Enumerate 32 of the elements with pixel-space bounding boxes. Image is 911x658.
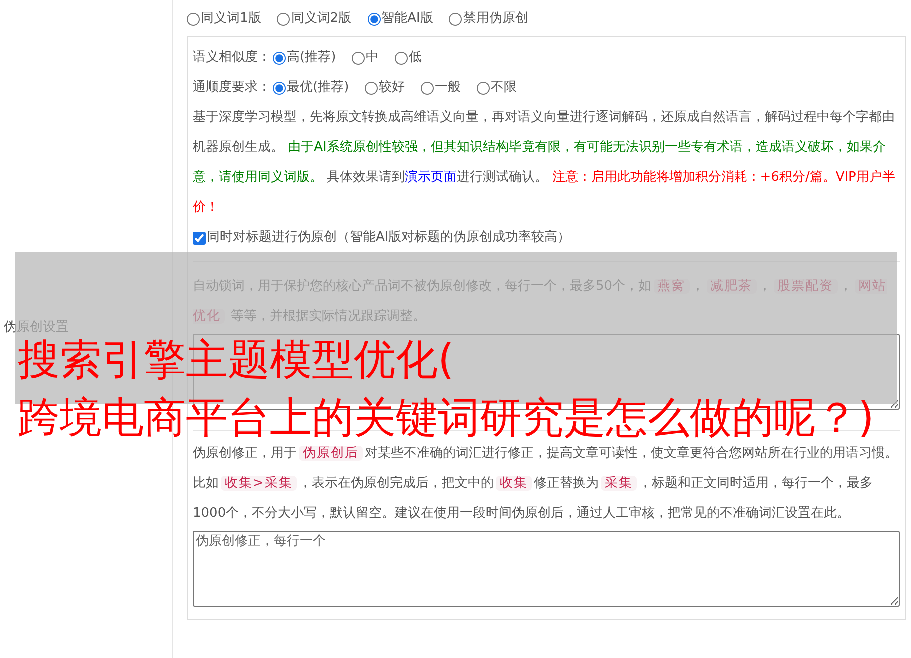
radio-label: 同义词1版	[201, 10, 262, 28]
radio-label: 高(推荐)	[287, 49, 336, 68]
overlay-title: 跨境电商平台上的关键词研究是怎么做的呢？)	[18, 395, 874, 441]
radio-button[interactable]	[273, 52, 286, 64]
radio-button[interactable]	[365, 82, 378, 94]
radio-label: 智能AI版	[382, 10, 434, 28]
overlay-title: 搜索引擎主题模型优化(	[18, 337, 454, 383]
ai-description: 基于深度学习模型，先将原文转换成高维语义向量，再对语义向量进行逐词解码，还原成自然语言，解码过程中每个字都由机器原创生成。 由于AI系统原创性较强，但其知识结构毕竟有限，有可能无法识别一些专有术语，造成语义破坏，如果介意，请使用同义词版。 具体效果请到演示页面进行测试确认。 注意：启用此功能将增加积分消耗：+6积分/篇。VIP用户半价！	[193, 109, 896, 217]
radio-button[interactable]	[352, 52, 366, 64]
option-label: 通顺度要求：	[193, 79, 271, 98]
radio-label: 禁用伪原创	[463, 10, 528, 28]
option-label: 语义相似度：	[193, 49, 271, 68]
radio-button[interactable]	[449, 12, 462, 26]
radio-label: 最优(推荐)	[287, 79, 350, 98]
checkbox[interactable]	[193, 232, 206, 244]
checkbox-label: 同时对标题进行伪原创（智能AI版对标题的伪原创成功率较高）	[207, 229, 571, 248]
radio-label: 低	[409, 49, 422, 68]
radio-label: 不限	[491, 79, 518, 98]
radio-label: 一般	[435, 79, 462, 98]
correction-field[interactable]: 伪原创修正，每行一个	[193, 531, 900, 607]
radio-button[interactable]	[368, 12, 381, 26]
radio-button[interactable]	[421, 82, 434, 94]
radio-button[interactable]	[187, 12, 200, 26]
radio-label: 较好	[379, 79, 406, 98]
radio-button[interactable]	[477, 82, 490, 94]
correction-description: 伪原创修正，用于 伪原创后 对某些不准确的词汇进行修正，提高文章可读性，使文章更符合您网站所在行业的用语习惯。比如 收集>采集 ，表示在伪原创完成后，把文中的 收集 修正替换为 采集 ，标题和正文同时适用，每行一个，最多1000个，不分大小写，默认留空。建议在使用一段时间伪原创后，通过人工审核，把常见的不准确词汇设置在此。	[193, 445, 899, 523]
radio-label: 同义词2版	[291, 10, 352, 28]
radio-button[interactable]	[395, 52, 408, 64]
radio-button[interactable]	[273, 82, 286, 94]
radio-label: 中	[366, 49, 380, 68]
radio-button[interactable]	[277, 12, 290, 26]
demo-page-link[interactable]: 演示页面	[405, 170, 458, 185]
